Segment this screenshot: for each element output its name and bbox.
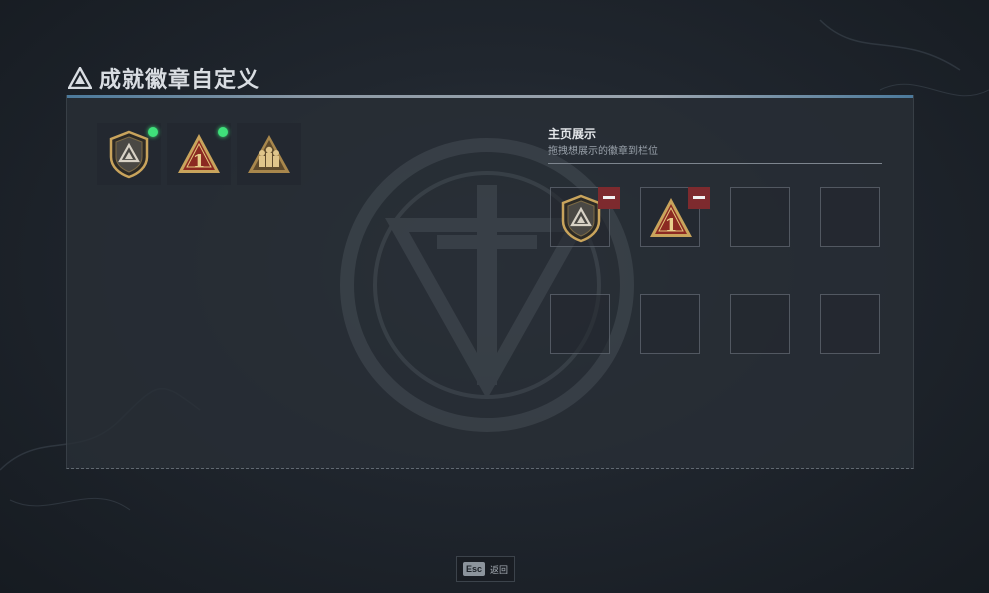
- svg-text:1: 1: [193, 151, 206, 172]
- remove-badge-button[interactable]: [598, 187, 620, 209]
- showcase-slot-7[interactable]: [730, 294, 790, 354]
- showcase-slot-4[interactable]: [820, 187, 880, 247]
- back-label: 返回: [490, 564, 509, 575]
- panel-top-border: [67, 95, 913, 98]
- inventory-badge-rank-one[interactable]: 1: [167, 123, 231, 185]
- showcase-title: 主页展示: [548, 127, 597, 141]
- badge-customization-panel: 1 主页展示 拖拽想展示的徽章到栏位 1: [66, 95, 914, 469]
- new-indicator-dot: [148, 127, 158, 137]
- inventory-badge-squad[interactable]: [237, 123, 301, 185]
- delta-triangle-icon: [68, 67, 92, 89]
- svg-text:1: 1: [665, 215, 678, 236]
- rank-one-badge-icon: 1: [178, 134, 220, 173]
- showcase-slot-6[interactable]: [640, 294, 700, 354]
- inventory-badge-shield[interactable]: [97, 123, 161, 185]
- showcase-subtitle: 拖拽想展示的徽章到栏位: [548, 146, 658, 157]
- esc-back-button[interactable]: Esc 返回: [456, 556, 515, 582]
- esc-key-icon: Esc: [463, 562, 486, 576]
- showcase-slot-2[interactable]: 1: [640, 187, 710, 247]
- squad-badge-icon: [248, 135, 290, 173]
- shield-badge-icon: [109, 130, 149, 179]
- page-title: 成就徽章自定义: [99, 67, 261, 92]
- showcase-slot-1[interactable]: [550, 187, 620, 247]
- showcase-slot-5[interactable]: [550, 294, 610, 354]
- showcase-slot-8[interactable]: [820, 294, 880, 354]
- showcase-slot-3[interactable]: [730, 187, 790, 247]
- remove-badge-button[interactable]: [688, 187, 710, 209]
- faction-emblem-watermark: [340, 138, 634, 432]
- new-indicator-dot: [218, 127, 228, 137]
- page-header: 成就徽章自定义: [68, 63, 260, 93]
- showcase-divider: [548, 163, 882, 164]
